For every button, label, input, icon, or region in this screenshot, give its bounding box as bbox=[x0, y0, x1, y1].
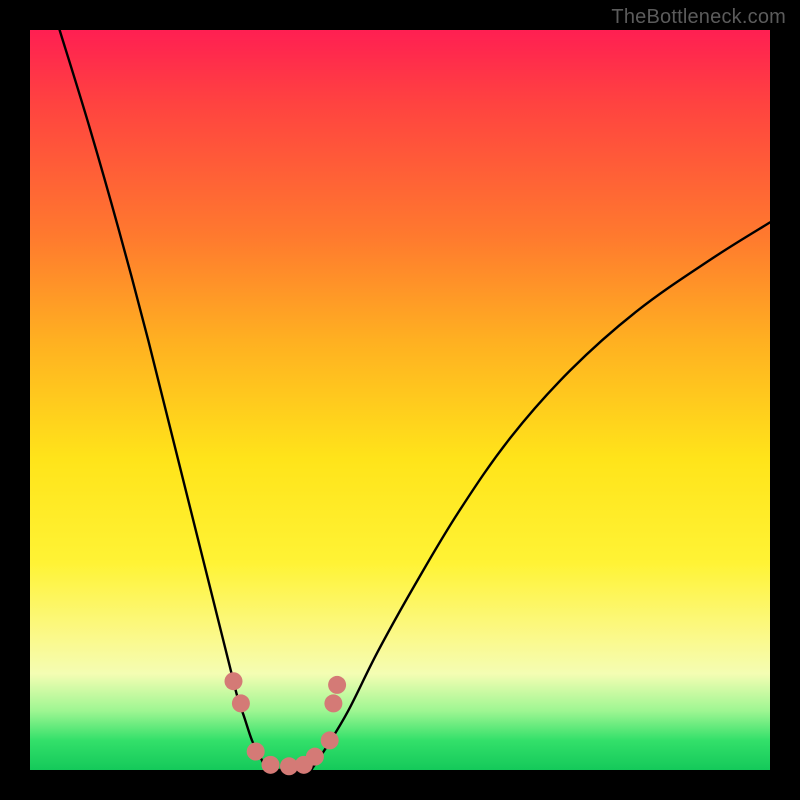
curve-layer bbox=[60, 30, 770, 772]
curve-marker bbox=[225, 672, 243, 690]
curve-marker bbox=[306, 748, 324, 766]
curve-marker bbox=[321, 731, 339, 749]
bottleneck-curve bbox=[60, 30, 770, 772]
plot-area bbox=[30, 30, 770, 770]
chart-frame: TheBottleneck.com bbox=[0, 0, 800, 800]
curve-marker bbox=[232, 694, 250, 712]
curve-svg bbox=[30, 30, 770, 770]
marker-layer bbox=[225, 672, 347, 775]
curve-marker bbox=[328, 676, 346, 694]
curve-marker bbox=[247, 743, 265, 761]
watermark-text: TheBottleneck.com bbox=[611, 6, 786, 29]
curve-marker bbox=[324, 694, 342, 712]
curve-marker bbox=[262, 756, 280, 774]
